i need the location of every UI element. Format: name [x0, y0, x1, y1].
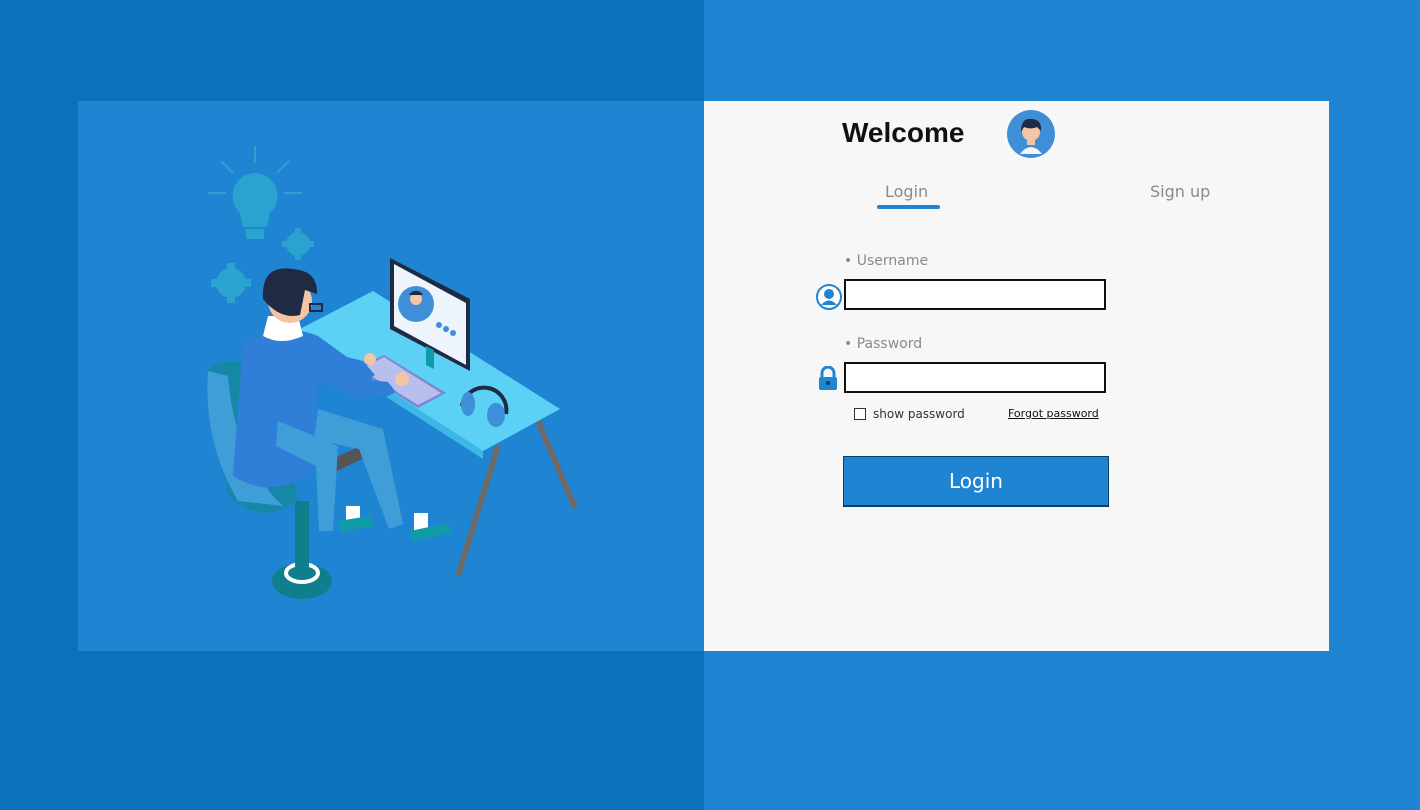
page-title: Welcome — [842, 117, 965, 148]
forgot-password-link[interactable]: Forgot password — [1008, 407, 1099, 420]
user-icon — [816, 284, 842, 310]
password-field[interactable] — [844, 362, 1106, 393]
show-password-checkbox[interactable] — [854, 408, 866, 420]
login-panel: Welcome Login Sign up • Username • Passw… — [704, 101, 1329, 651]
username-label-text: Username — [856, 253, 929, 269]
user-avatar-icon — [1007, 110, 1055, 158]
lightbulb-icon — [208, 146, 302, 239]
tab-signup[interactable]: Sign up — [1150, 182, 1210, 201]
show-password-label: show password — [873, 407, 965, 421]
lock-icon — [819, 366, 837, 390]
illustration-panel — [78, 101, 704, 651]
developer-illustration — [207, 146, 578, 599]
username-field[interactable] — [844, 279, 1106, 310]
show-password-toggle[interactable]: show password — [854, 407, 965, 421]
username-label: • Username — [844, 253, 929, 269]
login-button[interactable]: Login — [843, 456, 1109, 507]
tab-login[interactable]: Login — [885, 182, 928, 201]
password-label-text: Password — [856, 336, 923, 352]
password-label: • Password — [844, 336, 923, 352]
active-tab-indicator — [877, 205, 940, 209]
